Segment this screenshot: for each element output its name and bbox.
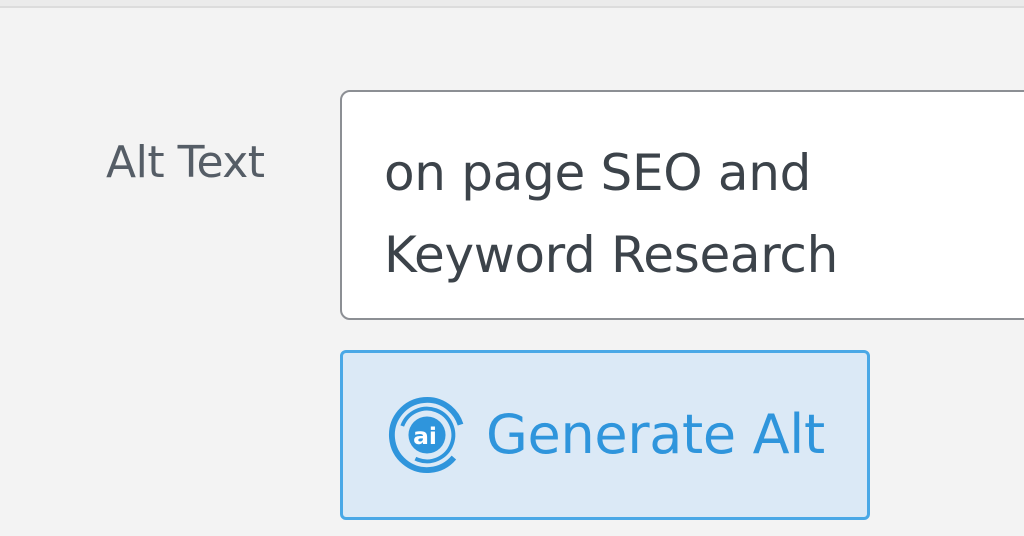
top-divider (0, 0, 1024, 8)
alt-text-field[interactable]: on page SEO and Keyword Research (340, 90, 1024, 320)
alt-text-panel: Alt Text on page SEO and Keyword Research… (0, 0, 1024, 536)
alt-text-label: Alt Text (106, 137, 265, 188)
alt-text-line-1: on page SEO and (384, 144, 812, 202)
generate-alt-button[interactable]: ai Generate Alt (340, 350, 870, 520)
generate-alt-label: Generate Alt (486, 403, 825, 466)
svg-text:ai: ai (413, 422, 437, 450)
ai-icon: ai (388, 396, 466, 474)
alt-text-line-2: Keyword Research (384, 226, 838, 284)
